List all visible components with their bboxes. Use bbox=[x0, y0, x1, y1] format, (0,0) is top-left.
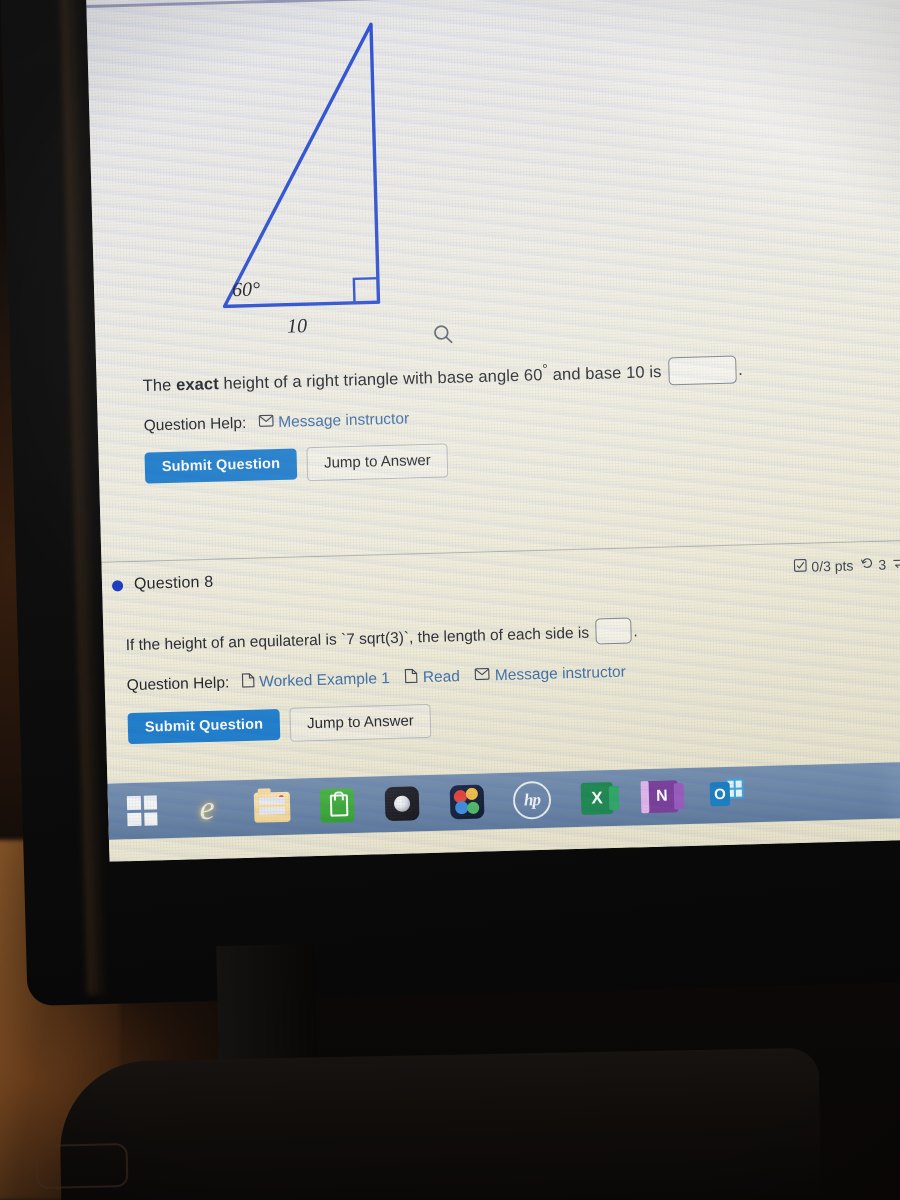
q8-text-after: , the length of each side is bbox=[408, 624, 590, 647]
question-8-body: If the height of an equilateral is `7 sq… bbox=[125, 612, 848, 746]
question-7-submit-button[interactable]: Submit Question bbox=[144, 448, 298, 484]
hp-glyph: hp bbox=[512, 780, 552, 820]
base-label: 10 bbox=[287, 315, 308, 337]
question-8-attempts-label: 3 bbox=[878, 556, 887, 573]
question-8-message-instructor-label: Message instructor bbox=[494, 663, 627, 684]
question-8-header: Question 8 0/3 pts 3 bbox=[111, 554, 900, 595]
question-8-points-chip: 0/3 pts bbox=[793, 557, 854, 575]
photo-of-monitor-scene: 60° 10 The exact height of a right trian… bbox=[0, 0, 900, 1200]
triangle-svg: 60° 10 bbox=[222, 22, 381, 337]
question-8-worked-example-link[interactable]: Worked Example 1 bbox=[241, 669, 390, 693]
q7-text-bold: exact bbox=[175, 375, 220, 395]
q7-period: . bbox=[737, 360, 744, 379]
question-7-button-row: Submit Question Jump to Answer bbox=[144, 433, 845, 486]
monitor-stand-base bbox=[58, 1047, 822, 1200]
question-8-status-dot bbox=[111, 579, 124, 592]
question-8-read-link[interactable]: Read bbox=[404, 667, 461, 688]
question-7-answer-input[interactable] bbox=[667, 355, 737, 385]
q8-formula: `7 sqrt(3)` bbox=[340, 629, 410, 649]
question-8-answer-input[interactable] bbox=[595, 617, 632, 645]
question-8-worked-example-label: Worked Example 1 bbox=[259, 669, 391, 691]
q7-text-after: and base 10 is bbox=[547, 363, 662, 385]
angle-label: 60° bbox=[232, 278, 261, 301]
question-7-jump-to-answer-button[interactable]: Jump to Answer bbox=[306, 443, 449, 482]
question-8-help-label: Question Help: bbox=[126, 674, 230, 694]
question-7-help-label: Question Help: bbox=[143, 414, 247, 435]
question-7-message-instructor-link[interactable]: Message instructor bbox=[258, 410, 409, 432]
question-8-points-label: 0/3 pts bbox=[811, 557, 854, 575]
document-icon bbox=[404, 668, 419, 688]
hp-logo-icon[interactable]: hp bbox=[511, 780, 552, 821]
question-8-retries-chip: 99 bbox=[893, 555, 900, 572]
checkbox-icon bbox=[793, 558, 807, 575]
q7-text-before: The bbox=[142, 376, 177, 396]
internet-explorer-icon[interactable]: e bbox=[187, 788, 228, 829]
undo-icon bbox=[860, 557, 873, 573]
stand-logo-plate bbox=[35, 1143, 129, 1189]
outlook-icon[interactable]: O bbox=[706, 774, 747, 815]
windows-taskbar: e hp X N O bbox=[107, 760, 900, 840]
windows-start-icon[interactable] bbox=[122, 790, 163, 831]
excel-icon[interactable]: X bbox=[576, 778, 617, 819]
triangle-figure: 60° 10 bbox=[198, 0, 497, 337]
question-8-jump-to-answer-button[interactable]: Jump to Answer bbox=[289, 703, 432, 742]
question-8-submit-button[interactable]: Submit Question bbox=[127, 709, 281, 745]
ie-glyph: e bbox=[199, 789, 216, 828]
outlook-glyph: O bbox=[709, 781, 731, 807]
question-8-message-instructor-link[interactable]: Message instructor bbox=[474, 663, 627, 685]
document-icon bbox=[241, 673, 255, 693]
onenote-glyph: N bbox=[645, 780, 679, 814]
taskbar-edge-glare bbox=[877, 760, 900, 819]
question-8-button-row: Submit Question Jump to Answer bbox=[127, 692, 848, 745]
question-7-help-row: Question Help: Message instructor bbox=[144, 399, 844, 436]
question-7-text: The exact height of a right triangle wit… bbox=[142, 350, 843, 401]
question-8-title: Question 8 bbox=[133, 573, 214, 593]
microsoft-store-icon[interactable] bbox=[317, 785, 358, 826]
question-8-meta: 0/3 pts 3 bbox=[793, 554, 900, 576]
q8-period: . bbox=[633, 623, 638, 641]
question-8-attempts-chip: 3 bbox=[860, 557, 886, 574]
onenote-icon[interactable]: N bbox=[641, 776, 682, 817]
media-app-icon[interactable] bbox=[382, 783, 423, 824]
question-7-body: The exact height of a right triangle wit… bbox=[142, 350, 845, 486]
question-8-read-label: Read bbox=[422, 667, 461, 686]
question-8-help-row: Question Help: Worked Example 1 Read Mes… bbox=[127, 656, 847, 695]
q8-text-before: If the height of an equilateral is bbox=[125, 631, 342, 655]
monitor-screen: 60° 10 The exact height of a right trian… bbox=[86, 0, 900, 862]
magnifier-icon[interactable] bbox=[431, 322, 456, 347]
question-7-message-instructor-label: Message instructor bbox=[278, 410, 410, 431]
envelope-icon bbox=[474, 667, 490, 685]
photos-app-icon[interactable] bbox=[447, 781, 488, 822]
retry-icon bbox=[893, 556, 900, 572]
question-8-text: If the height of an equilateral is `7 sq… bbox=[125, 612, 845, 659]
envelope-icon bbox=[258, 414, 274, 432]
excel-glyph: X bbox=[580, 782, 614, 815]
file-explorer-icon[interactable] bbox=[252, 787, 293, 828]
q7-text-middle: height of a right triangle with base ang… bbox=[218, 366, 543, 394]
browser-content: 60° 10 The exact height of a right trian… bbox=[86, 0, 900, 862]
